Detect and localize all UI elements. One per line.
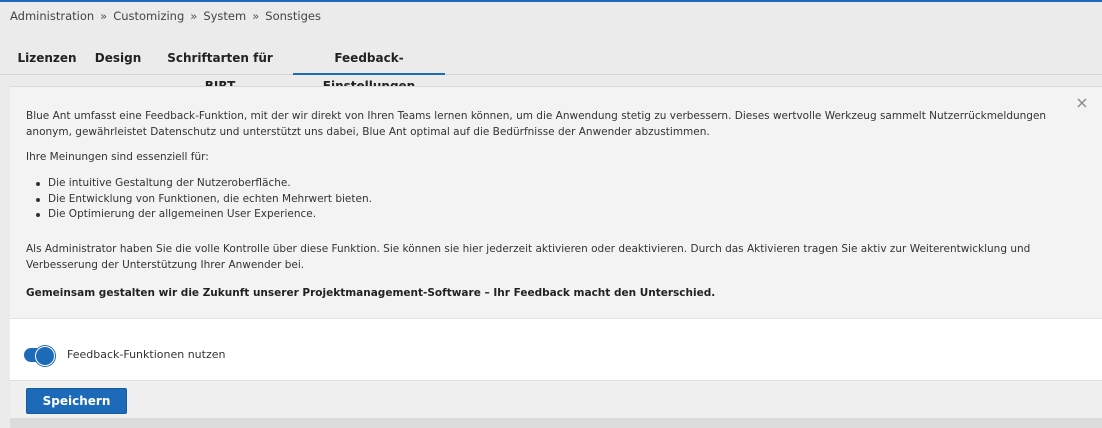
feedback-toggle-switch[interactable]: [24, 346, 55, 366]
tab-lizenzen[interactable]: Lizenzen: [15, 44, 79, 73]
top-accent-line: [0, 0, 1102, 2]
breadcrumb: Administration » Customizing » System » Sonsti…: [10, 9, 321, 27]
breadcrumb-separator: »: [252, 9, 260, 23]
breadcrumb-customizing[interactable]: Customizing: [113, 9, 184, 23]
feedback-toggle-label: Feedback-Funktionen nutzen: [67, 348, 226, 361]
breadcrumb-separator: »: [190, 9, 198, 23]
breadcrumb-sonstiges[interactable]: Sonstiges: [265, 9, 321, 23]
tab-bar: Lizenzen Design Schriftarten für BIRT Fe…: [0, 44, 1102, 93]
info-bullet-list: Die intuitive Gestaltung der Nutzeroberf…: [26, 176, 372, 223]
breadcrumb-separator: »: [100, 9, 108, 23]
tab-design[interactable]: Design: [92, 44, 144, 73]
info-admin-text: Als Administrator haben Sie die volle Ko…: [26, 243, 1031, 271]
close-icon[interactable]: ×: [1074, 95, 1090, 111]
bottom-divider: [10, 418, 1102, 428]
info-intro-text: Blue Ant umfasst eine Feedback-Funktion,…: [26, 110, 1047, 138]
list-item: Die Optimierung der allgemeinen User Exp…: [26, 207, 372, 223]
breadcrumb-administration[interactable]: Administration: [10, 9, 94, 23]
toggle-knob: [35, 346, 55, 366]
breadcrumb-system[interactable]: System: [203, 9, 246, 23]
info-lead-text: Ihre Meinungen sind essenziell für:: [26, 151, 209, 163]
list-item: Die intuitive Gestaltung der Nutzeroberf…: [26, 176, 372, 192]
list-item: Die Entwicklung von Funktionen, die echt…: [26, 192, 372, 208]
feedback-toggle-row: Feedback-Funktionen nutzen: [10, 318, 1102, 381]
tab-schriftarten-fuer-birt[interactable]: Schriftarten für BIRT: [156, 44, 284, 93]
feedback-info-panel: Blue Ant umfasst eine Feedback-Funktion,…: [10, 86, 1102, 319]
tab-feedback-einstellungen[interactable]: Feedback-Einstellungen: [293, 44, 445, 93]
info-closing-text: Gemeinsam gestalten wir die Zukunft unse…: [26, 287, 716, 299]
form-footer: Speichern: [10, 380, 1102, 419]
save-button[interactable]: Speichern: [26, 388, 127, 414]
